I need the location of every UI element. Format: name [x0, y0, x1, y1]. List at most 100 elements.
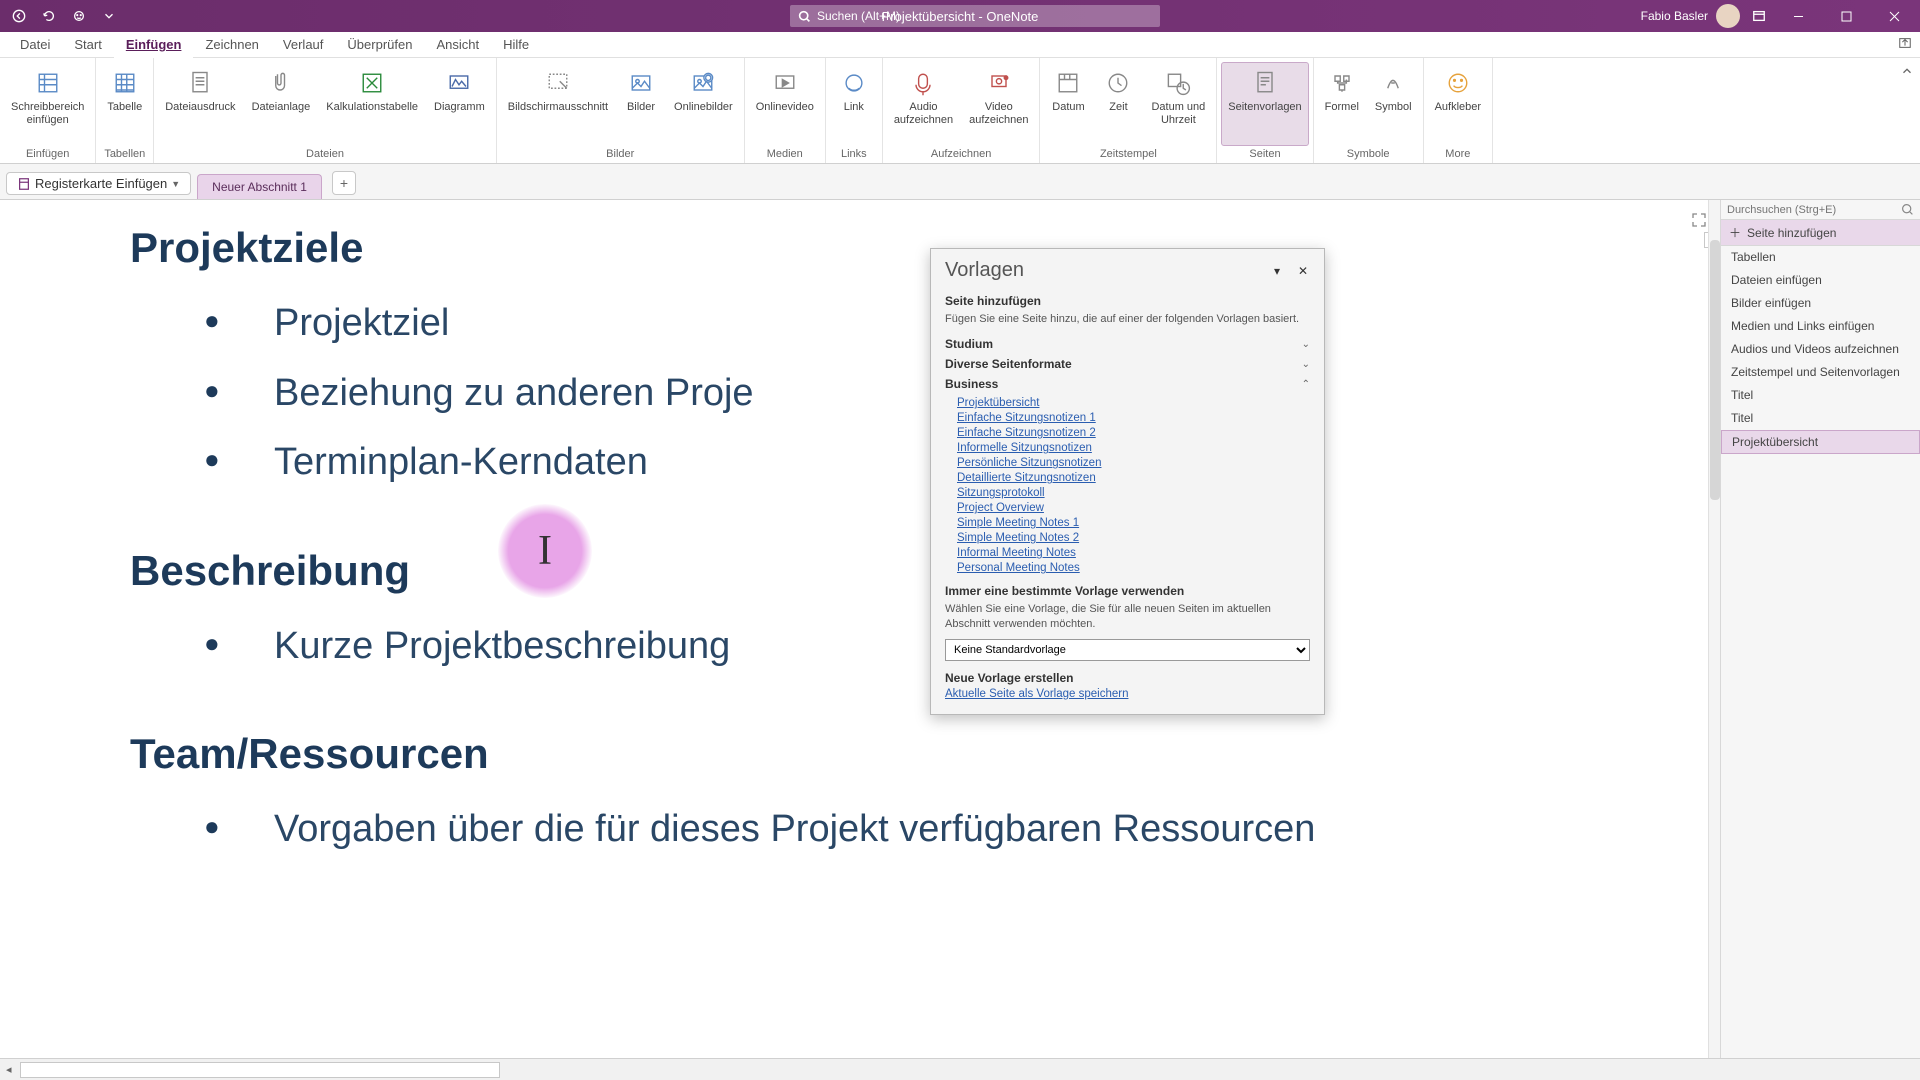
search-box[interactable]: Suchen (Alt+M) [790, 5, 1160, 27]
close-button[interactable] [1874, 0, 1914, 32]
ribbon-icon [265, 67, 297, 99]
page-search-input[interactable] [1727, 204, 1895, 216]
status-bar: ◂ [0, 1058, 1920, 1080]
page-list-item[interactable]: Bilder einfügen [1721, 292, 1920, 315]
ribbon-button[interactable]: Formel [1318, 62, 1366, 146]
template-link[interactable]: Detaillierte Sitzungsnotizen [957, 472, 1310, 484]
template-link[interactable]: Informelle Sitzungsnotizen [957, 442, 1310, 454]
chevron-down-icon: ⌄ [1302, 339, 1310, 350]
ribbon-button[interactable]: Zeit [1094, 62, 1142, 146]
ribbon-button[interactable]: Link [830, 62, 878, 146]
back-icon[interactable] [8, 5, 30, 27]
pane-dropdown-icon[interactable]: ▾ [1266, 260, 1288, 282]
ribbon-button[interactable]: Onlinevideo [749, 62, 821, 146]
ribbon-button[interactable]: Dateianlage [245, 62, 318, 146]
ribbon-button-label: Aufkleber [1435, 101, 1481, 114]
ribbon-button-label: Datum [1052, 101, 1084, 114]
template-link[interactable]: Einfache Sitzungsnotizen 1 [957, 412, 1310, 424]
notebook-dropdown[interactable]: Registerkarte Einfügen ▼ [6, 172, 191, 195]
ribbon-button[interactable]: Dateiausdruck [158, 62, 242, 146]
ribbon-button[interactable]: Diagramm [427, 62, 492, 146]
ribbon-button-label: Kalkulationstabelle [326, 101, 418, 114]
page-list-item[interactable]: Titel [1721, 407, 1920, 430]
template-link[interactable]: Simple Meeting Notes 2 [957, 532, 1310, 544]
tpl-cat-diverse[interactable]: Diverse Seitenformate⌄ [945, 354, 1310, 374]
ribbon-button[interactable]: Tabelle [100, 62, 149, 146]
undo-icon[interactable] [38, 5, 60, 27]
fullscreen-icon[interactable] [1691, 212, 1707, 233]
share-icon[interactable] [1898, 36, 1912, 53]
page-list-item[interactable]: Audios und Videos aufzeichnen [1721, 338, 1920, 361]
ribbon-button[interactable]: Audio aufzeichnen [887, 62, 960, 146]
ribbon-button-label: Tabelle [107, 101, 142, 114]
tpl-save-as-link[interactable]: Aktuelle Seite als Vorlage speichern [945, 688, 1128, 700]
template-link[interactable]: Einfache Sitzungsnotizen 2 [957, 427, 1310, 439]
template-link[interactable]: Simple Meeting Notes 1 [957, 517, 1310, 529]
page-list-item[interactable]: Zeitstempel und Seitenvorlagen [1721, 361, 1920, 384]
ribbon-group-label: Tabellen [100, 146, 149, 163]
ribbon-icon [542, 67, 574, 99]
section-tab[interactable]: Neuer Abschnitt 1 [197, 174, 322, 199]
ribbon-button[interactable]: Datum [1044, 62, 1092, 146]
search-placeholder: Suchen (Alt+M) [817, 9, 900, 23]
menu-bar: Datei Start Einfügen Zeichnen Verlauf Üb… [0, 32, 1920, 58]
ribbon-button[interactable]: Kalkulationstabelle [319, 62, 425, 146]
ribbon-icon [907, 67, 939, 99]
page-list-item[interactable]: Tabellen [1721, 246, 1920, 269]
ribbon-button[interactable]: Datum und Uhrzeit [1144, 62, 1212, 146]
bullet-item[interactable]: Vorgaben über die für dieses Projekt ver… [204, 806, 1719, 854]
touch-mode-icon[interactable] [68, 5, 90, 27]
menu-einfuegen[interactable]: Einfügen [114, 32, 194, 58]
page-list-item[interactable]: Projektübersicht [1721, 430, 1920, 454]
scrollbar-thumb[interactable] [1710, 240, 1720, 500]
notebook-icon [17, 177, 31, 191]
avatar[interactable] [1716, 4, 1740, 28]
template-link[interactable]: Project Overview [957, 502, 1310, 514]
minimize-button[interactable] [1778, 0, 1818, 32]
template-link[interactable]: Sitzungsprotokoll [957, 487, 1310, 499]
template-link[interactable]: Persönliche Sitzungsnotizen [957, 457, 1310, 469]
menu-start[interactable]: Start [62, 32, 113, 58]
ribbon-button[interactable]: Symbol [1368, 62, 1419, 146]
ribbon-button[interactable]: Video aufzeichnen [962, 62, 1035, 146]
pane-close-icon[interactable]: ✕ [1292, 260, 1314, 282]
ribbon-button[interactable]: Schreibbereich einfügen [4, 62, 91, 146]
tpl-default-select[interactable]: Keine Standardvorlage [945, 639, 1310, 661]
hscroll-left-icon[interactable]: ◂ [6, 1063, 12, 1076]
qat-dropdown-icon[interactable] [98, 5, 120, 27]
ribbon-group: SeitenvorlagenSeiten [1217, 58, 1313, 163]
page-list-item[interactable]: Medien und Links einfügen [1721, 315, 1920, 338]
page-list-item[interactable]: Dateien einfügen [1721, 269, 1920, 292]
ribbon-icon [983, 67, 1015, 99]
vertical-scrollbar[interactable] [1708, 200, 1720, 1058]
horizontal-scrollbar[interactable] [20, 1062, 500, 1078]
add-page-button[interactable]: ＋ Seite hinzufügen [1721, 220, 1920, 246]
template-link[interactable]: Informal Meeting Notes [957, 547, 1310, 559]
menu-hilfe[interactable]: Hilfe [491, 32, 541, 58]
ribbon-button[interactable]: Seitenvorlagen [1221, 62, 1308, 146]
ribbon-button[interactable]: Bilder [617, 62, 665, 146]
collapse-ribbon-icon[interactable] [1894, 58, 1920, 163]
add-section-button[interactable]: + [332, 171, 356, 195]
user-name[interactable]: Fabio Basler [1641, 9, 1708, 23]
tpl-cat-business[interactable]: Business⌃ [945, 374, 1310, 394]
tpl-cat-studium[interactable]: Studium⌄ [945, 334, 1310, 354]
menu-zeichnen[interactable]: Zeichnen [193, 32, 270, 58]
ribbon-display-icon[interactable] [1748, 5, 1770, 27]
template-link[interactable]: Projektübersicht [957, 397, 1310, 409]
menu-ueberpruefen[interactable]: Überprüfen [335, 32, 424, 58]
menu-ansicht[interactable]: Ansicht [424, 32, 491, 58]
ribbon-button[interactable]: Onlinebilder [667, 62, 740, 146]
page-search[interactable] [1721, 200, 1920, 220]
maximize-button[interactable] [1826, 0, 1866, 32]
menu-verlauf[interactable]: Verlauf [271, 32, 335, 58]
page-list-item[interactable]: Titel [1721, 384, 1920, 407]
ribbon-button[interactable]: Aufkleber [1428, 62, 1488, 146]
menu-datei[interactable]: Datei [8, 32, 62, 58]
ribbon-button-label: Seitenvorlagen [1228, 101, 1301, 114]
template-link[interactable]: Personal Meeting Notes [957, 562, 1310, 574]
ribbon-button[interactable]: Bildschirmausschnitt [501, 62, 615, 146]
plus-icon: ＋ [1729, 224, 1741, 241]
ribbon-group: DateiausdruckDateianlage Kalkulationstabe… [154, 58, 497, 163]
page-canvas[interactable]: Projektziele Projektziel Beziehung zu an… [0, 200, 1720, 1058]
